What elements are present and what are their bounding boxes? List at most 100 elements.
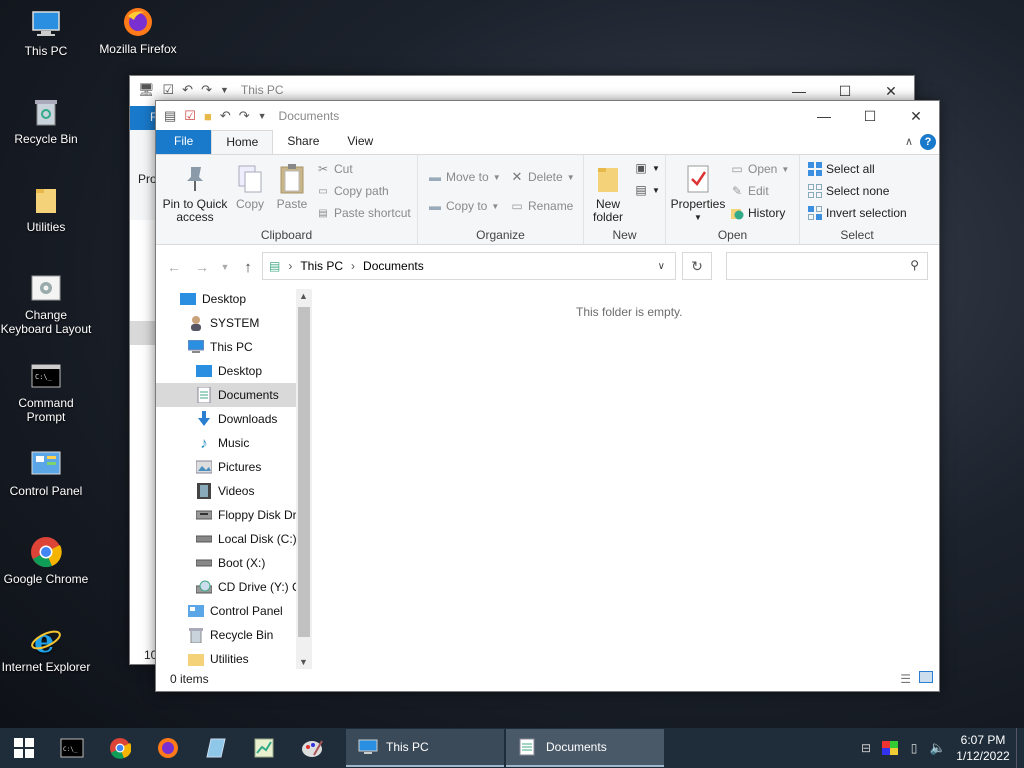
back-button[interactable]: ← [160,259,188,275]
new-folder-icon[interactable]: ■ [204,109,212,124]
move-to-button[interactable]: ▬ Move to ▼ [428,170,501,184]
nav-item-videos[interactable]: Videos [156,479,312,503]
nav-item-boot[interactable]: Boot (X:) [156,551,312,575]
scroll-up-icon[interactable]: ▲ [299,291,308,301]
nav-item-desktop[interactable]: Desktop [156,287,312,311]
nav-item-local-disk[interactable]: Local Disk (C:) [156,527,312,551]
desktop-icon-recycle-bin[interactable]: Recycle Bin [0,96,92,146]
history-button[interactable]: History [730,206,785,220]
pin-icon [179,163,211,195]
display-icon[interactable] [878,741,902,755]
invert-selection-button[interactable]: Invert selection [808,206,907,220]
desktop-icon-utilities[interactable]: Utilities [0,184,92,234]
breadcrumb-documents[interactable]: Documents [363,259,424,273]
nav-item-label: Floppy Disk Dri [218,508,300,522]
new-item-button[interactable]: ▣ ▼ [634,161,660,175]
scroll-down-icon[interactable]: ▼ [299,657,308,667]
scrollbar-thumb[interactable] [298,307,310,637]
properties-icon[interactable]: ☑ [163,82,175,98]
minimize-button[interactable]: — [801,101,847,131]
large-icons-view-icon[interactable] [919,671,933,683]
nav-item-cd-drive[interactable]: CD Drive (Y:) C [156,575,312,599]
select-all-button[interactable]: Select all [808,162,875,176]
undo-icon[interactable]: ↶ [220,108,231,124]
search-input[interactable]: ⚲ [726,252,928,280]
volume-muted-icon[interactable]: 🔈 [926,740,950,756]
up-button[interactable]: ↑ [234,259,262,276]
details-view-icon[interactable]: ☰ [900,672,911,686]
undo-icon[interactable]: ↶ [182,82,193,98]
chevron-down-icon[interactable]: ▼ [258,111,267,121]
rename-button[interactable]: ▭ Rename [510,199,573,213]
tab-file[interactable]: File [156,130,212,154]
desktop-icon-google-chrome[interactable]: Google Chrome [0,536,92,586]
properties-icon[interactable]: ☑ [184,108,196,124]
redo-icon[interactable]: ↷ [201,82,212,98]
usb-device-icon[interactable]: ▯ [902,741,926,755]
paste-shortcut-button[interactable]: ▤ Paste shortcut [316,206,410,220]
delete-button[interactable]: ✕ Delete ▼ [510,169,575,184]
edit-button[interactable]: ✎ Edit [730,184,769,198]
desktop-icon-this-pc[interactable]: This PC [0,8,92,58]
desktop-icon-change-keyboard-layout[interactable]: Change Keyboard Layout [0,272,92,336]
clock[interactable]: 6:07 PM 1/12/2022 [950,732,1016,764]
refresh-button[interactable]: ↻ [682,252,712,280]
taskbar-task-documents[interactable]: Documents [506,729,664,767]
tab-view[interactable]: View [333,130,387,154]
taskbar-app-paint[interactable] [288,728,336,768]
close-button[interactable]: ✕ [893,101,939,131]
copy-path-button[interactable]: ▭ Copy path [316,184,388,198]
chevron-down-icon[interactable]: ▼ [220,85,229,95]
network-icon[interactable]: ⊟ [854,741,878,755]
open-button[interactable]: ▭ Open ▼ [730,162,789,176]
easy-access-button[interactable]: ▤ ▼ [634,183,660,197]
start-button[interactable] [0,728,48,768]
desktop-icon-command-prompt[interactable]: C:\_ Command Prompt [0,360,92,424]
nav-item-documents[interactable]: Documents [156,383,312,407]
nav-item-control-panel[interactable]: Control Panel [156,599,312,623]
address-row: ← → ▼ ↑ ▤ › This PC › Documents ∨ ↻ ⚲ [156,245,939,289]
breadcrumb-this-pc[interactable]: This PC [300,259,343,273]
collapse-ribbon-icon[interactable]: ∧ [905,135,913,148]
nav-item-system[interactable]: SYSTEM [156,311,312,335]
copy-to-button[interactable]: ▬ Copy to ▼ [428,199,499,213]
paste-button[interactable]: Paste [272,163,312,211]
properties-button[interactable]: Properties ▼ [670,163,726,224]
recent-locations-button[interactable]: ▼ [216,262,234,272]
desktop-icon-control-panel[interactable]: Control Panel [0,448,92,498]
tab-home[interactable]: Home [211,130,274,154]
select-none-button[interactable]: Select none [808,184,889,198]
nav-item-recycle-bin[interactable]: Recycle Bin [156,623,312,647]
desktop-icon-internet-explorer[interactable]: e Internet Explorer [0,624,92,674]
show-desktop-button[interactable] [1016,728,1024,768]
taskbar-firefox[interactable] [144,728,192,768]
help-icon[interactable]: ? [920,134,936,150]
copy-button[interactable]: Copy [232,163,268,211]
desktop-icon-firefox[interactable]: Mozilla Firefox [92,6,184,56]
forward-button[interactable]: → [188,259,216,275]
nav-item-pictures[interactable]: Pictures [156,455,312,479]
taskbar-app-chart[interactable] [240,728,288,768]
maximize-button[interactable]: ☐ [847,101,893,131]
taskbar-command-prompt[interactable]: C:\_ [48,728,96,768]
navigation-pane[interactable]: Desktop SYSTEM This PC Desktop Documents… [156,287,312,671]
nav-item-music[interactable]: ♪ Music [156,431,312,455]
nav-item-downloads[interactable]: Downloads [156,407,312,431]
new-folder-button[interactable]: New folder [588,163,628,224]
taskbar-app-blue[interactable] [192,728,240,768]
nav-item-floppy[interactable]: Floppy Disk Dri [156,503,312,527]
file-tab[interactable]: Fi [130,106,160,130]
nav-item-desktop-sub[interactable]: Desktop [156,359,312,383]
navigation-scrollbar[interactable]: ▲ ▼ [296,289,312,669]
redo-icon[interactable]: ↷ [239,108,250,124]
documents-window[interactable]: ▤ ☑ ■ ↶ ↷ ▼ Documents — ☐ ✕ File Home Sh… [155,100,940,692]
pin-to-quick-access-button[interactable]: Pin to Quick access [162,163,228,224]
cut-button[interactable]: ✂ Cut [316,162,353,176]
taskbar-chrome[interactable] [96,728,144,768]
tab-share[interactable]: Share [273,130,333,154]
address-bar[interactable]: ▤ › This PC › Documents ∨ [262,252,676,280]
nav-item-this-pc[interactable]: This PC [156,335,312,359]
taskbar-task-this-pc[interactable]: This PC [346,729,504,767]
documents-titlebar[interactable]: ▤ ☑ ■ ↶ ↷ ▼ Documents — ☐ ✕ [156,101,939,131]
chevron-down-icon[interactable]: ∨ [658,261,665,272]
